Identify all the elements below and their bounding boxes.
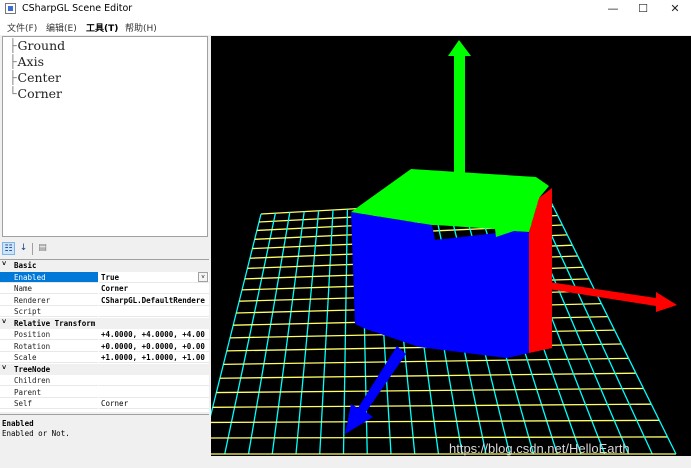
collapse-icon[interactable]: ˅ xyxy=(2,318,6,327)
property-name: Script xyxy=(0,306,98,317)
property-value[interactable] xyxy=(99,306,209,317)
toolbar-separator xyxy=(32,243,33,255)
close-button[interactable]: ✕ xyxy=(659,0,691,18)
property-name: Renderer xyxy=(0,295,98,306)
menu-file[interactable]: 文件(F) xyxy=(7,21,37,34)
grid-line xyxy=(342,209,349,455)
category-label: Basic xyxy=(14,261,37,270)
property-row-rotation[interactable]: Rotation +0.0000, +0.0000, +0.00 xyxy=(0,341,209,353)
property-grid-toolbar: ☷ ↓ ▤ xyxy=(0,240,209,259)
property-row-children[interactable]: Children xyxy=(0,375,209,387)
app-icon xyxy=(5,3,16,14)
property-pages-icon[interactable]: ▤ xyxy=(36,242,49,255)
property-value[interactable]: +4.0000, +4.0000, +4.00 xyxy=(99,329,209,340)
property-row-name[interactable]: Name Corner xyxy=(0,283,209,295)
watermark: https://blog.csdn.net/HelloEarth xyxy=(449,441,630,456)
scene-canvas[interactable] xyxy=(211,36,691,456)
tree-node-label: Axis xyxy=(17,54,45,69)
property-name: Enabled xyxy=(0,271,98,283)
property-name: Scale xyxy=(0,352,98,363)
property-name: Name xyxy=(0,283,98,294)
scene-viewport[interactable] xyxy=(211,36,691,456)
property-value[interactable] xyxy=(99,387,209,398)
tree-node-center[interactable]: ├Center xyxy=(9,70,61,86)
menu-help[interactable]: 帮助(H) xyxy=(125,21,157,34)
property-grid: ˅ Basic Enabled True ˅ Name Corner Rende… xyxy=(0,259,209,412)
scene-tree: ├Ground ├Axis ├Center └Corner xyxy=(2,36,208,237)
property-value[interactable]: +1.0000, +1.0000, +1.00 xyxy=(99,352,209,363)
grid-line xyxy=(319,209,334,455)
alphabetical-icon[interactable]: ↓ xyxy=(17,242,30,255)
menu-edit[interactable]: 编辑(E) xyxy=(46,21,77,34)
tree-line-icon: └ xyxy=(9,86,17,101)
minimize-button[interactable]: — xyxy=(597,0,629,18)
property-value[interactable] xyxy=(99,375,209,386)
property-help-panel: Enabled Enabled or Not. xyxy=(0,414,209,468)
property-name: Self xyxy=(0,398,98,409)
maximize-button[interactable]: ☐ xyxy=(627,0,659,18)
property-name: Children xyxy=(0,375,98,386)
property-row-parent[interactable]: Parent xyxy=(0,387,209,399)
grid-line xyxy=(224,213,277,455)
grid-line xyxy=(534,198,653,455)
collapse-icon[interactable]: ˅ xyxy=(2,364,6,373)
tree-node-label: Ground xyxy=(17,38,66,53)
property-row-self[interactable]: Self Corner xyxy=(0,398,209,410)
category-basic[interactable]: ˅ Basic xyxy=(0,260,209,272)
title-bar: CSharpGL Scene Editor — ☐ ✕ xyxy=(0,0,691,18)
tree-line-icon: ├ xyxy=(9,54,17,69)
help-description: Enabled or Not. xyxy=(2,429,70,438)
property-row-enabled[interactable]: Enabled True ˅ xyxy=(0,271,209,284)
menu-tools[interactable]: 工具(T) xyxy=(86,21,118,34)
status-bar xyxy=(211,456,691,467)
tree-line-icon: ├ xyxy=(9,70,17,85)
property-name: Position xyxy=(0,329,98,340)
category-relative-transform[interactable]: ˅ Relative Transform xyxy=(0,317,209,329)
categorized-icon[interactable]: ☷ xyxy=(2,242,15,255)
tree-node-label: Center xyxy=(17,70,61,85)
property-value[interactable]: Corner xyxy=(99,283,209,294)
grid-line xyxy=(211,213,262,417)
window-title: CSharpGL Scene Editor xyxy=(22,3,133,14)
property-value[interactable]: Corner xyxy=(99,398,209,409)
property-name: Rotation xyxy=(0,341,98,352)
collapse-icon[interactable]: ˅ xyxy=(2,260,6,269)
property-row-renderer[interactable]: Renderer CSharpGL.DefaultRendere xyxy=(0,295,209,307)
tree-node-corner[interactable]: └Corner xyxy=(9,86,62,102)
category-label: TreeNode xyxy=(14,364,51,374)
property-name: Parent xyxy=(0,387,98,398)
tree-line-icon: ├ xyxy=(9,38,17,53)
property-value[interactable]: True xyxy=(99,272,209,283)
property-row-position[interactable]: Position +4.0000, +4.0000, +4.00 xyxy=(0,329,209,341)
property-value[interactable]: CSharpGL.DefaultRendere xyxy=(99,295,209,306)
category-treenode[interactable]: ˅ TreeNode xyxy=(0,363,209,375)
axis-arrow-z xyxy=(345,346,406,434)
menu-bar: 文件(F) 编辑(E) 工具(T) 帮助(H) xyxy=(0,18,691,35)
chevron-down-icon[interactable]: ˅ xyxy=(198,271,208,282)
property-row-scale[interactable]: Scale +1.0000, +1.0000, +1.00 xyxy=(0,352,209,364)
tree-node-axis[interactable]: ├Axis xyxy=(9,54,44,70)
tree-node-label: Corner xyxy=(17,86,63,101)
property-value[interactable]: +0.0000, +0.0000, +0.00 xyxy=(99,341,209,352)
property-row-script[interactable]: Script xyxy=(0,306,209,318)
tree-node-ground[interactable]: ├Ground xyxy=(9,38,65,54)
help-title: Enabled xyxy=(2,419,34,428)
category-label: Relative Transform xyxy=(14,318,96,328)
